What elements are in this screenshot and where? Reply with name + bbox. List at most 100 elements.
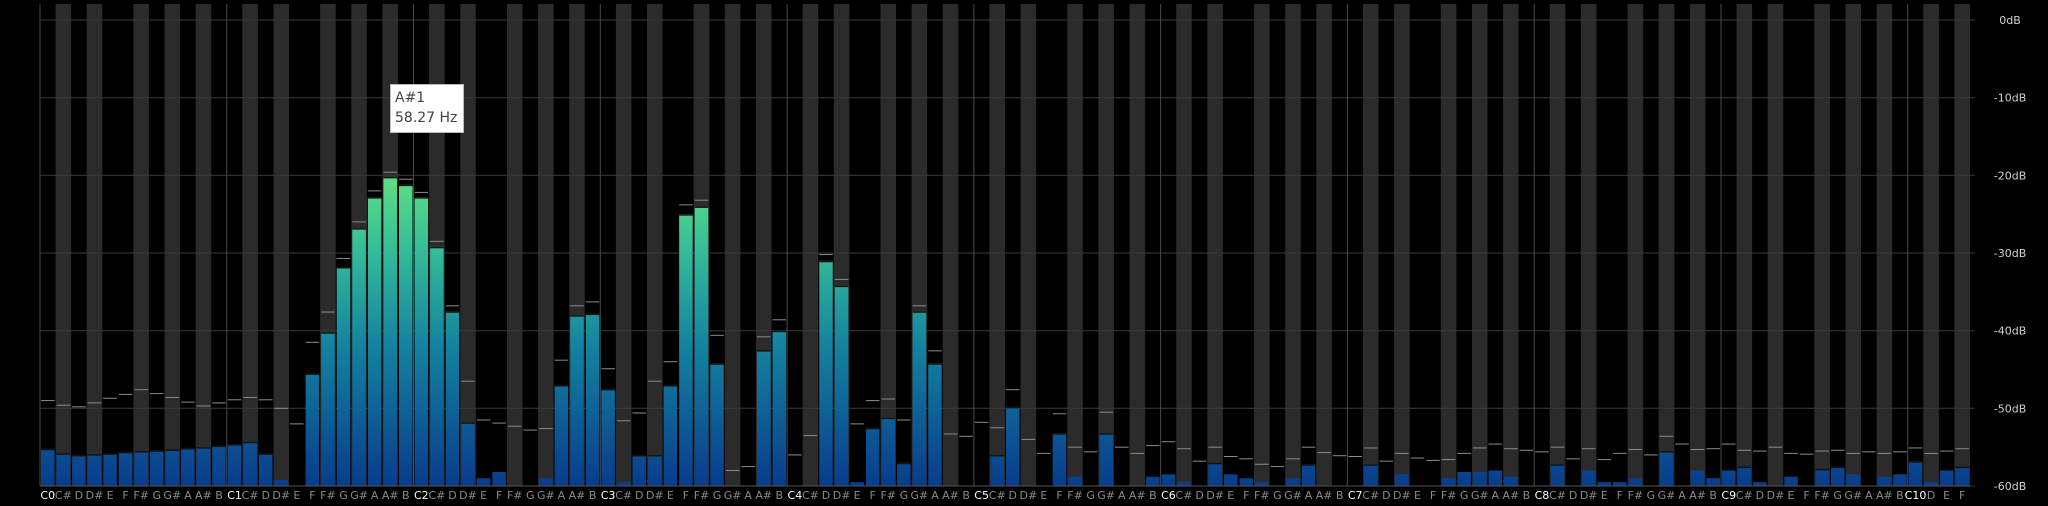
spectrum-bar: [1581, 470, 1596, 486]
x-tick-label: B: [1709, 489, 1717, 502]
bar-top-edge: [461, 422, 475, 424]
x-tick-label: G: [1273, 489, 1282, 502]
spectrum-bar: [149, 450, 164, 486]
bar-top-edge: [694, 206, 709, 208]
spectrum-bar: [881, 417, 896, 486]
bar-top-edge: [1301, 464, 1316, 466]
spectrum-bar: [414, 197, 429, 486]
spectrum-bar: [383, 176, 397, 486]
x-tick-label: D: [1195, 489, 1203, 502]
bar-top-edge: [1099, 433, 1113, 435]
x-tick-label: A: [744, 489, 752, 502]
x-tick-label: F#: [880, 489, 896, 502]
black-key-column: [802, 4, 819, 486]
bar-top-edge: [1737, 466, 1752, 469]
spectrum-bar: [1488, 470, 1503, 486]
black-key-column: [880, 4, 897, 486]
spectrum-bar: [1441, 478, 1456, 486]
x-tick-label: D: [822, 489, 830, 502]
spectrum-chart: 0dB-10dB-20dB-30dB-40dB-50dB-60dBC0 C# D D#…: [39, 4, 2026, 502]
spectrum-bar: [1457, 472, 1471, 486]
x-tick-label: C7: [1348, 489, 1363, 502]
black-key-column: [647, 4, 663, 486]
x-tick-label: D#: [646, 489, 664, 502]
x-tick-label: F: [122, 489, 128, 502]
black-key-column: [86, 4, 103, 486]
x-tick-label: F: [1803, 489, 1809, 502]
x-tick-label: G#: [1844, 489, 1862, 502]
spectrum-bar: [648, 454, 662, 486]
spectrum-bar: [1924, 482, 1938, 486]
bar-top-edge: [1006, 406, 1020, 409]
spectrum-bar: [1955, 466, 1969, 486]
x-tick-label: D: [1382, 489, 1390, 502]
bar-top-edge: [1908, 461, 1923, 463]
spectrum-bar: [41, 448, 55, 486]
x-tick-label: F: [683, 489, 689, 502]
spectrum-bar: [476, 478, 491, 486]
x-tick-label: F: [309, 489, 315, 502]
bar-top-edge: [912, 311, 927, 313]
spectrum-bar: [398, 184, 413, 486]
spectrum-bar: [1753, 482, 1767, 486]
x-tick-label: A#: [942, 489, 959, 502]
x-tick-label: D#: [1767, 489, 1785, 502]
black-key-column: [1067, 4, 1083, 486]
x-tick-label: C5: [974, 489, 989, 502]
bar-top-edge: [819, 260, 833, 263]
x-tick-label: B: [402, 489, 410, 502]
black-key-column: [1207, 4, 1223, 486]
spectrum-bar: [928, 363, 942, 486]
x-tick-label: E: [854, 489, 861, 502]
black-key-column: [1845, 4, 1862, 486]
x-tick-label: C#: [989, 489, 1006, 502]
x-tick-label: C4: [788, 489, 803, 502]
black-key-column: [1394, 4, 1410, 486]
x-tick-label: G: [1086, 489, 1095, 502]
x-tick-label: F#: [1254, 489, 1270, 502]
bar-top-edge: [430, 246, 444, 249]
bar-top-edge: [367, 197, 382, 199]
spectrum-bar: [850, 482, 864, 486]
bar-top-edge: [865, 427, 880, 430]
black-key-column: [1362, 4, 1379, 486]
black-key-column: [1736, 4, 1753, 486]
bar-top-edge: [663, 385, 678, 387]
spectrum-bar: [1628, 478, 1643, 486]
x-tick-label: A#: [1689, 489, 1706, 502]
x-tick-label: G#: [1471, 489, 1489, 502]
black-key-column: [164, 4, 181, 486]
black-key-column: [1098, 4, 1114, 486]
bar-top-edge: [1363, 464, 1378, 466]
black-key-column: [1285, 4, 1301, 486]
spectrum-bar: [554, 385, 569, 486]
x-tick-label: C#: [615, 489, 632, 502]
black-key-column: [1254, 4, 1270, 486]
spectrum-bar: [1613, 482, 1627, 486]
spectrum-bar: [461, 422, 475, 486]
x-tick-label: E: [1040, 489, 1047, 502]
black-key-column: [1020, 4, 1037, 486]
x-tick-label: F: [1959, 489, 1965, 502]
bar-top-edge: [227, 444, 242, 446]
spectrum-bar: [1659, 451, 1674, 486]
spectrum-bar: [834, 285, 849, 486]
black-key-column: [1503, 4, 1519, 486]
x-tick-label: D: [1569, 489, 1577, 502]
black-key-column: [1316, 4, 1332, 486]
x-tick-label: A#: [755, 489, 772, 502]
bar-top-edge: [72, 454, 86, 457]
x-tick-label: D: [1756, 489, 1764, 502]
bar-top-edge: [383, 176, 397, 179]
x-tick-label: C2: [414, 489, 429, 502]
x-tick-label: G#: [724, 489, 742, 502]
spectrum-bar: [1706, 478, 1720, 486]
x-tick-label: D: [261, 489, 269, 502]
x-tick-label: A: [1305, 489, 1313, 502]
x-tick-label: A: [1678, 489, 1686, 502]
x-tick-label: G: [526, 489, 535, 502]
bar-top-edge: [990, 454, 1004, 457]
spectrum-bar: [772, 330, 787, 486]
x-tick-label: F#: [320, 489, 336, 502]
x-tick-label: C0: [40, 489, 55, 502]
